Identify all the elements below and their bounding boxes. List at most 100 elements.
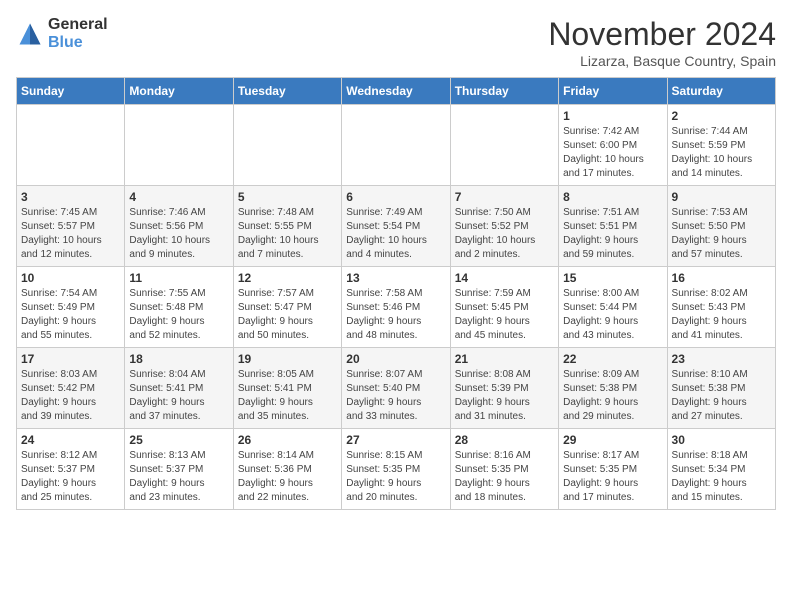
calendar-cell: 24 Sunrise: 8:12 AM Sunset: 5:37 PM Dayli…: [17, 429, 125, 510]
calendar-cell: 26 Sunrise: 8:14 AM Sunset: 5:36 PM Dayli…: [233, 429, 341, 510]
title-block: November 2024 Lizarza, Basque Country, S…: [548, 16, 776, 69]
day-number: 15: [563, 271, 662, 285]
calendar-cell: 30Sunrise: 8:18 AM Sunset: 5:34 PM Dayli…: [667, 429, 775, 510]
day-info: Sunrise: 8:03 AM Sunset: 5:42 PM Dayligh…: [21, 368, 120, 424]
calendar-table: SundayMondayTuesdayWednesdayThursdayFrid…: [16, 77, 776, 510]
day-number: 19: [238, 352, 337, 366]
calendar-cell: [125, 105, 233, 186]
logo-text: General Blue: [48, 16, 108, 51]
day-info: Sunrise: 8:05 AM Sunset: 5:41 PM Dayligh…: [238, 368, 337, 424]
header-cell-friday: Friday: [559, 78, 667, 105]
day-info: Sunrise: 7:59 AM Sunset: 5:45 PM Dayligh…: [455, 287, 554, 343]
header-cell-monday: Monday: [125, 78, 233, 105]
day-number: 29: [563, 433, 662, 447]
header-row: SundayMondayTuesdayWednesdayThursdayFrid…: [17, 78, 776, 105]
calendar-cell: 4Sunrise: 7:46 AM Sunset: 5:56 PM Daylig…: [125, 186, 233, 267]
calendar-cell: 6Sunrise: 7:49 AM Sunset: 5:54 PM Daylig…: [342, 186, 450, 267]
day-info: Sunrise: 8:07 AM Sunset: 5:40 PM Dayligh…: [346, 368, 445, 424]
calendar-cell: 12Sunrise: 7:57 AM Sunset: 5:47 PM Dayli…: [233, 267, 341, 348]
day-info: Sunrise: 8:02 AM Sunset: 5:43 PM Dayligh…: [672, 287, 771, 343]
calendar-cell: 13 Sunrise: 7:58 AM Sunset: 5:46 PM Dayli…: [342, 267, 450, 348]
calendar-cell: 15 Sunrise: 8:00 AM Sunset: 5:44 PM Dayli…: [559, 267, 667, 348]
logo: General Blue: [16, 16, 108, 51]
day-info: Sunrise: 7:55 AM Sunset: 5:48 PM Dayligh…: [129, 287, 228, 343]
day-number: 17: [21, 352, 120, 366]
calendar-cell: 8Sunrise: 7:51 AM Sunset: 5:51 PM Daylig…: [559, 186, 667, 267]
day-info: Sunrise: 7:49 AM Sunset: 5:54 PM Dayligh…: [346, 206, 445, 262]
calendar-week-1: 1 Sunrise: 7:42 AM Sunset: 6:00 PM Daylig…: [17, 105, 776, 186]
day-info: Sunrise: 8:08 AM Sunset: 5:39 PM Dayligh…: [455, 368, 554, 424]
calendar-cell: 10 Sunrise: 7:54 AM Sunset: 5:49 PM Dayli…: [17, 267, 125, 348]
calendar-cell: 18 Sunrise: 8:04 AM Sunset: 5:41 PM Dayli…: [125, 348, 233, 429]
calendar-cell: 5 Sunrise: 7:48 AM Sunset: 5:55 PM Daylig…: [233, 186, 341, 267]
day-number: 11: [129, 271, 228, 285]
day-number: 25: [129, 433, 228, 447]
day-number: 22: [563, 352, 662, 366]
day-number: 4: [129, 190, 228, 204]
day-info: Sunrise: 7:45 AM Sunset: 5:57 PM Dayligh…: [21, 206, 120, 262]
day-info: Sunrise: 8:14 AM Sunset: 5:36 PM Dayligh…: [238, 449, 337, 505]
day-number: 5: [238, 190, 337, 204]
day-info: Sunrise: 8:04 AM Sunset: 5:41 PM Dayligh…: [129, 368, 228, 424]
day-number: 16: [672, 271, 771, 285]
day-number: 1: [563, 109, 662, 123]
day-number: 21: [455, 352, 554, 366]
day-info: Sunrise: 8:15 AM Sunset: 5:35 PM Dayligh…: [346, 449, 445, 505]
calendar-cell: 1 Sunrise: 7:42 AM Sunset: 6:00 PM Daylig…: [559, 105, 667, 186]
day-info: Sunrise: 8:17 AM Sunset: 5:35 PM Dayligh…: [563, 449, 662, 505]
header-cell-tuesday: Tuesday: [233, 78, 341, 105]
calendar-cell: 3 Sunrise: 7:45 AM Sunset: 5:57 PM Daylig…: [17, 186, 125, 267]
day-info: Sunrise: 7:42 AM Sunset: 6:00 PM Dayligh…: [563, 125, 662, 181]
calendar-cell: 22 Sunrise: 8:09 AM Sunset: 5:38 PM Dayli…: [559, 348, 667, 429]
day-number: 2: [672, 109, 771, 123]
calendar-body: 1 Sunrise: 7:42 AM Sunset: 6:00 PM Daylig…: [17, 105, 776, 510]
calendar-cell: [233, 105, 341, 186]
day-info: Sunrise: 8:12 AM Sunset: 5:37 PM Dayligh…: [21, 449, 120, 505]
calendar-cell: 2 Sunrise: 7:44 AM Sunset: 5:59 PM Daylig…: [667, 105, 775, 186]
day-info: Sunrise: 7:54 AM Sunset: 5:49 PM Dayligh…: [21, 287, 120, 343]
day-number: 23: [672, 352, 771, 366]
calendar-cell: [342, 105, 450, 186]
day-number: 10: [21, 271, 120, 285]
day-info: Sunrise: 7:50 AM Sunset: 5:52 PM Dayligh…: [455, 206, 554, 262]
day-info: Sunrise: 8:10 AM Sunset: 5:38 PM Dayligh…: [672, 368, 771, 424]
month-title: November 2024: [548, 16, 776, 53]
logo-icon: [16, 20, 44, 48]
calendar-week-2: 3 Sunrise: 7:45 AM Sunset: 5:57 PM Daylig…: [17, 186, 776, 267]
day-info: Sunrise: 7:58 AM Sunset: 5:46 PM Dayligh…: [346, 287, 445, 343]
calendar-cell: 23 Sunrise: 8:10 AM Sunset: 5:38 PM Dayli…: [667, 348, 775, 429]
day-number: 13: [346, 271, 445, 285]
calendar-cell: [450, 105, 558, 186]
calendar-header: SundayMondayTuesdayWednesdayThursdayFrid…: [17, 78, 776, 105]
calendar-week-3: 10 Sunrise: 7:54 AM Sunset: 5:49 PM Dayli…: [17, 267, 776, 348]
day-number: 27: [346, 433, 445, 447]
day-number: 3: [21, 190, 120, 204]
header-cell-sunday: Sunday: [17, 78, 125, 105]
day-info: Sunrise: 7:51 AM Sunset: 5:51 PM Dayligh…: [563, 206, 662, 262]
calendar-cell: 14 Sunrise: 7:59 AM Sunset: 5:45 PM Dayli…: [450, 267, 558, 348]
day-number: 14: [455, 271, 554, 285]
day-number: 26: [238, 433, 337, 447]
day-number: 24: [21, 433, 120, 447]
header-cell-wednesday: Wednesday: [342, 78, 450, 105]
day-info: Sunrise: 7:48 AM Sunset: 5:55 PM Dayligh…: [238, 206, 337, 262]
day-number: 7: [455, 190, 554, 204]
calendar-cell: 21 Sunrise: 8:08 AM Sunset: 5:39 PM Dayli…: [450, 348, 558, 429]
day-info: Sunrise: 8:00 AM Sunset: 5:44 PM Dayligh…: [563, 287, 662, 343]
calendar-week-4: 17 Sunrise: 8:03 AM Sunset: 5:42 PM Dayli…: [17, 348, 776, 429]
calendar-week-5: 24 Sunrise: 8:12 AM Sunset: 5:37 PM Dayli…: [17, 429, 776, 510]
day-number: 18: [129, 352, 228, 366]
day-number: 9: [672, 190, 771, 204]
calendar-cell: 28Sunrise: 8:16 AM Sunset: 5:35 PM Dayli…: [450, 429, 558, 510]
day-info: Sunrise: 8:09 AM Sunset: 5:38 PM Dayligh…: [563, 368, 662, 424]
calendar-cell: 25 Sunrise: 8:13 AM Sunset: 5:37 PM Dayli…: [125, 429, 233, 510]
day-info: Sunrise: 7:44 AM Sunset: 5:59 PM Dayligh…: [672, 125, 771, 181]
day-info: Sunrise: 7:53 AM Sunset: 5:50 PM Dayligh…: [672, 206, 771, 262]
day-info: Sunrise: 7:57 AM Sunset: 5:47 PM Dayligh…: [238, 287, 337, 343]
logo-general: General: [48, 16, 108, 34]
day-number: 30: [672, 433, 771, 447]
day-number: 20: [346, 352, 445, 366]
header-cell-saturday: Saturday: [667, 78, 775, 105]
page-header: General Blue November 2024 Lizarza, Basq…: [16, 16, 776, 69]
day-info: Sunrise: 8:13 AM Sunset: 5:37 PM Dayligh…: [129, 449, 228, 505]
